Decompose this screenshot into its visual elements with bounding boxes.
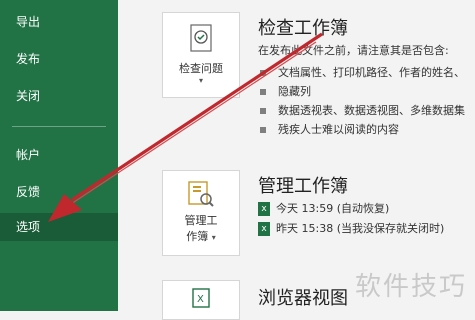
excel-browser-icon: X [192,288,210,308]
manage-workbook-button[interactable]: 管理工 作簿 ▾ [162,170,240,256]
bullet-icon [260,89,266,95]
inspect-bullet: 隐藏列 [260,83,311,99]
nav-account[interactable]: 帐户 [0,141,118,169]
main-panel: 检查问题 ▾ 检查工作簿 在发布此文件之前，请注意其是否包含: 文档属性、打印机… [118,0,475,320]
chevron-down-icon: ▾ [211,233,216,242]
manage-workbook-icon [188,181,214,207]
browser-title: 浏览器视图 [258,288,348,309]
manage-workbook-label-line2: 作簿 ▾ [186,230,216,243]
inspect-issues-label: 检查问题 [179,62,223,75]
inspect-document-icon [190,24,212,52]
bullet-icon [260,70,266,76]
svg-text:X: X [197,294,204,305]
sidebar: 导出 发布 关闭 帐户 反馈 选项 [0,0,118,311]
inspect-bullet: 残疾人士难以阅读的内容 [260,121,399,137]
inspect-title: 检查工作簿 [258,18,348,39]
manage-title: 管理工作簿 [258,176,348,197]
inspect-bullet: 数据透视表、数据透视图、多维数据集 [260,102,465,118]
inspect-bullet: 文档属性、打印机路径、作者的姓名、 [260,64,465,80]
excel-file-icon: x [258,222,270,236]
nav-close[interactable]: 关闭 [0,82,118,110]
version-item[interactable]: x 今天 13:59 (自动恢复) [258,200,389,216]
inspect-issues-button[interactable]: 检查问题 ▾ [162,12,240,98]
browser-view-button[interactable]: X [162,280,240,320]
nav-publish[interactable]: 发布 [0,45,118,73]
nav-options[interactable]: 选项 [0,213,118,241]
nav-feedback[interactable]: 反馈 [0,178,118,206]
excel-file-icon: x [258,202,270,216]
watermark-text: 软件技巧 [354,272,467,302]
nav-divider [12,126,106,127]
bullet-icon [260,127,266,133]
nav-export[interactable]: 导出 [0,8,118,36]
inspect-intro: 在发布此文件之前，请注意其是否包含: [258,44,449,57]
chevron-down-icon: ▾ [198,76,203,85]
version-item[interactable]: x 昨天 15:38 (当我没保存就关闭时) [258,220,444,236]
manage-workbook-label-line1: 管理工 [184,214,218,227]
bullet-icon [260,108,266,114]
